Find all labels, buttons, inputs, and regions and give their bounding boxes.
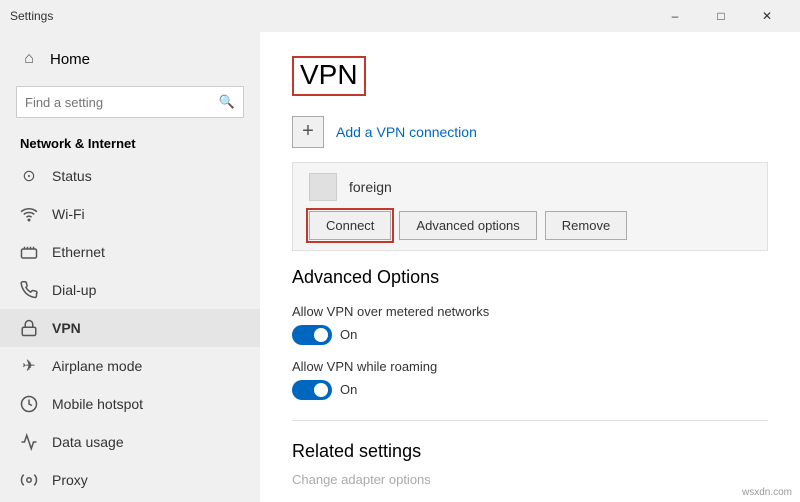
metered-toggle[interactable] bbox=[292, 325, 332, 345]
sidebar-label-dialup: Dial-up bbox=[52, 282, 96, 298]
vpn-item-header: foreign bbox=[309, 173, 751, 201]
app-body: ⌂ Home 🔍 Network & Internet ⊙ Status Wi-… bbox=[0, 32, 800, 502]
add-vpn-button[interactable]: + Add a VPN connection bbox=[292, 116, 768, 148]
content-area: VPN + Add a VPN connection foreign Conne… bbox=[260, 32, 800, 502]
roaming-label: Allow VPN while roaming bbox=[292, 359, 768, 374]
sidebar-label-status: Status bbox=[52, 168, 92, 184]
title-bar: Settings – □ ✕ bbox=[0, 0, 800, 32]
page-title: VPN bbox=[292, 56, 366, 96]
vpn-item-icon bbox=[309, 173, 337, 201]
connect-button[interactable]: Connect bbox=[309, 211, 391, 240]
sidebar-item-proxy[interactable]: Proxy bbox=[0, 461, 260, 499]
sidebar: ⌂ Home 🔍 Network & Internet ⊙ Status Wi-… bbox=[0, 32, 260, 502]
advanced-options-button[interactable]: Advanced options bbox=[399, 211, 536, 240]
app-title: Settings bbox=[10, 9, 53, 23]
vpn-item-card: foreign Connect Advanced options Remove bbox=[292, 162, 768, 251]
proxy-icon bbox=[20, 471, 38, 489]
wifi-icon bbox=[20, 205, 38, 223]
maximize-button[interactable]: □ bbox=[698, 0, 744, 32]
ethernet-icon bbox=[20, 243, 38, 261]
sidebar-label-hotspot: Mobile hotspot bbox=[52, 396, 143, 412]
metered-toggle-control: On bbox=[292, 325, 768, 345]
hotspot-icon bbox=[20, 395, 38, 413]
sidebar-item-ethernet[interactable]: Ethernet bbox=[0, 233, 260, 271]
advanced-options-title: Advanced Options bbox=[292, 267, 768, 288]
search-icon: 🔍 bbox=[219, 94, 235, 110]
sidebar-label-datausage: Data usage bbox=[52, 434, 124, 450]
sidebar-item-hotspot[interactable]: Mobile hotspot bbox=[0, 385, 260, 423]
vpn-item-name: foreign bbox=[349, 179, 392, 195]
sidebar-label-wifi: Wi-Fi bbox=[52, 206, 85, 222]
add-vpn-label: Add a VPN connection bbox=[336, 124, 477, 140]
status-icon: ⊙ bbox=[20, 167, 38, 185]
search-input[interactable] bbox=[25, 95, 219, 110]
sidebar-item-airplane[interactable]: ✈ Airplane mode bbox=[0, 347, 260, 385]
sidebar-item-datausage[interactable]: Data usage bbox=[0, 423, 260, 461]
roaming-toggle-control: On bbox=[292, 380, 768, 400]
metered-toggle-text: On bbox=[340, 327, 357, 342]
watermark: wsxdn.com bbox=[742, 487, 792, 498]
sidebar-item-status[interactable]: ⊙ Status bbox=[0, 157, 260, 195]
sidebar-label-airplane: Airplane mode bbox=[52, 358, 142, 374]
datausage-icon bbox=[20, 433, 38, 451]
roaming-toggle-row: Allow VPN while roaming On bbox=[292, 359, 768, 400]
remove-button[interactable]: Remove bbox=[545, 211, 627, 240]
metered-toggle-row: Allow VPN over metered networks On bbox=[292, 304, 768, 345]
dialup-icon bbox=[20, 281, 38, 299]
search-box: 🔍 bbox=[16, 86, 244, 118]
home-icon: ⌂ bbox=[20, 50, 38, 68]
sidebar-label-vpn: VPN bbox=[52, 320, 81, 336]
home-label: Home bbox=[50, 51, 90, 68]
minimize-button[interactable]: – bbox=[652, 0, 698, 32]
sidebar-label-ethernet: Ethernet bbox=[52, 244, 105, 260]
window-controls: – □ ✕ bbox=[652, 0, 790, 32]
vpn-buttons: Connect Advanced options Remove bbox=[309, 211, 751, 240]
add-icon: + bbox=[292, 116, 324, 148]
close-button[interactable]: ✕ bbox=[744, 0, 790, 32]
sidebar-section-title: Network & Internet bbox=[0, 126, 260, 157]
airplane-icon: ✈ bbox=[20, 357, 38, 375]
roaming-toggle[interactable] bbox=[292, 380, 332, 400]
sidebar-item-dialup[interactable]: Dial-up bbox=[0, 271, 260, 309]
sidebar-label-proxy: Proxy bbox=[52, 472, 88, 488]
sidebar-home-button[interactable]: ⌂ Home bbox=[0, 40, 260, 78]
metered-label: Allow VPN over metered networks bbox=[292, 304, 768, 319]
change-adapter-link[interactable]: Change adapter options bbox=[292, 472, 768, 487]
vpn-icon bbox=[20, 319, 38, 337]
related-settings-title: Related settings bbox=[292, 441, 768, 462]
roaming-toggle-text: On bbox=[340, 382, 357, 397]
sidebar-item-vpn[interactable]: VPN bbox=[0, 309, 260, 347]
divider bbox=[292, 420, 768, 421]
sidebar-item-wifi[interactable]: Wi-Fi bbox=[0, 195, 260, 233]
